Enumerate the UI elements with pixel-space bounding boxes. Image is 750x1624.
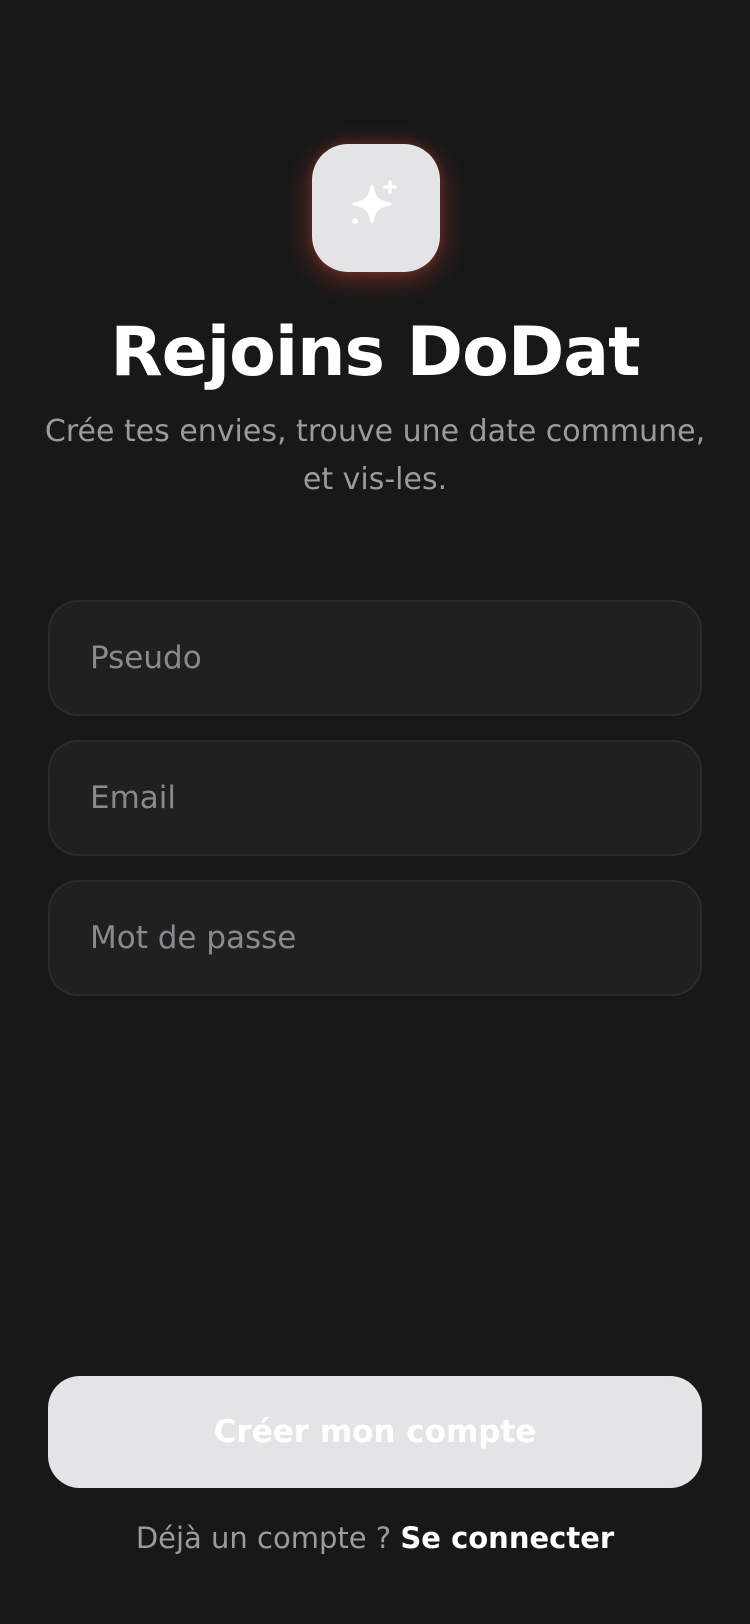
pseudo-input[interactable] [48, 600, 702, 716]
create-account-button[interactable]: Créer mon compte [48, 1376, 702, 1488]
login-prompt: Déjà un compte ? Se connecter [0, 1518, 750, 1558]
page-title: Rejoins DoDat [110, 313, 640, 392]
signup-screen: Rejoins DoDat Crée tes envies, trouve un… [0, 0, 750, 1624]
login-link[interactable]: Se connecter [400, 1521, 614, 1555]
email-input[interactable] [48, 740, 702, 856]
page-subtitle: Crée tes envies, trouve une date commune… [44, 414, 706, 497]
sparkles-icon [352, 180, 397, 224]
app-logo [312, 144, 440, 272]
password-input[interactable] [48, 880, 702, 996]
has-account-text: Déjà un compte ? [135, 1521, 401, 1555]
